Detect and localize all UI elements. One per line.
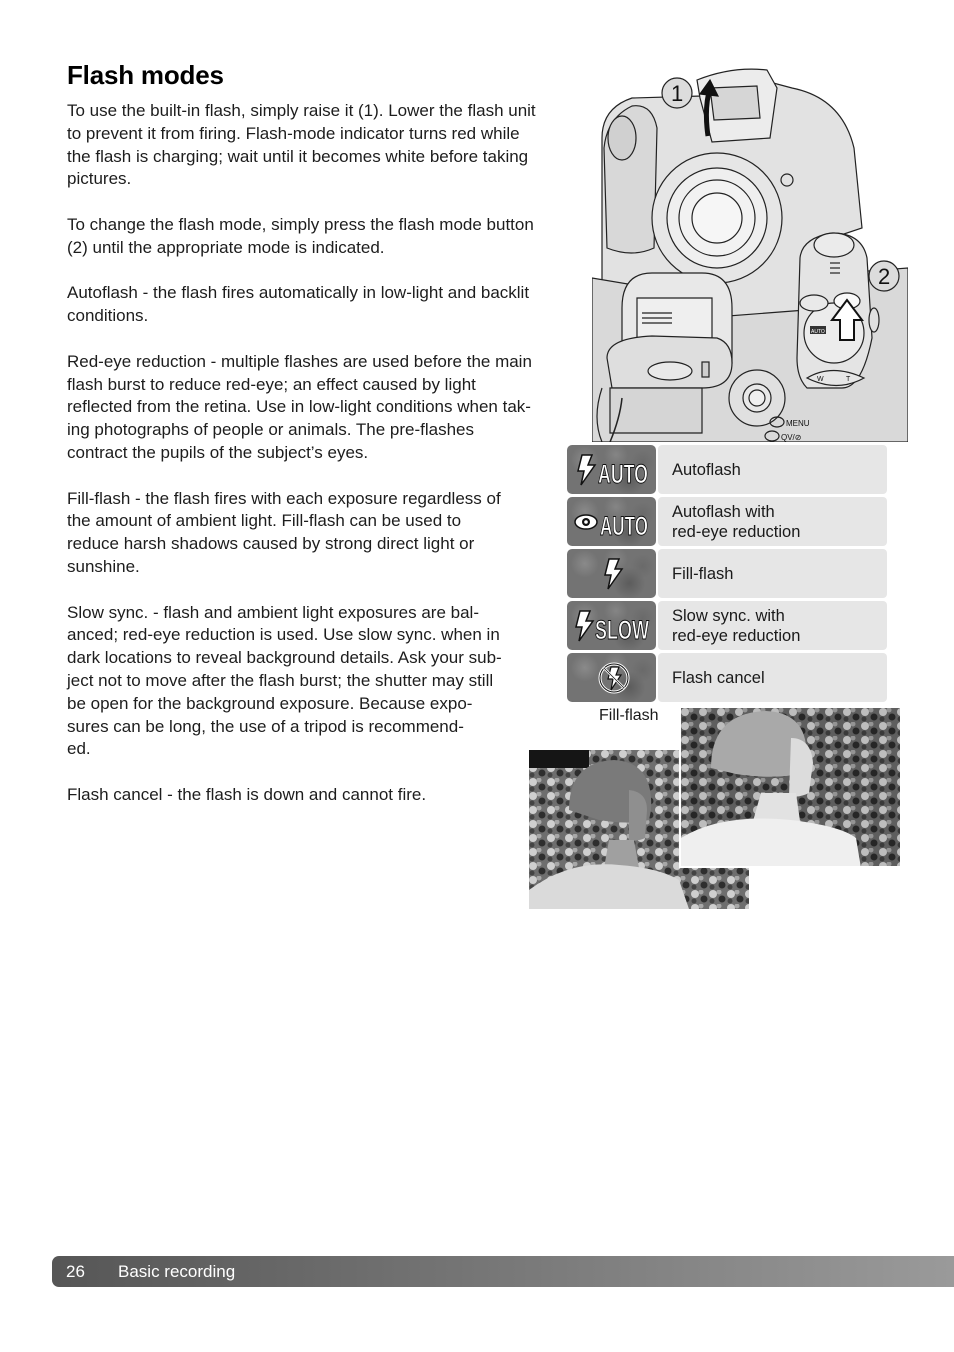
mode-label: Flash cancel	[658, 653, 887, 702]
svg-text:SLOW: SLOW	[595, 615, 649, 644]
photo-caption: Fill-flash	[599, 707, 659, 724]
mode-row-autoflash: AUTO Autoflash	[567, 445, 887, 494]
paragraph-slow-sync: Slow sync. - flash and ambient light exp…	[67, 602, 502, 759]
fill-flash-icon	[567, 549, 656, 598]
svg-text:AUTO: AUTO	[600, 511, 648, 540]
dial-auto-label: AUTO	[811, 329, 825, 335]
svg-text:AUTO: AUTO	[598, 459, 648, 488]
page-title: Flash modes	[67, 60, 224, 90]
page-number: 26	[66, 1261, 85, 1281]
flash-cancel-icon	[567, 653, 656, 702]
body-text: To use the built-in flash, simply raise …	[67, 100, 587, 830]
mode-label: Autoflash	[658, 445, 887, 494]
flash-mode-table: AUTO Autoflash AUTO Autoflash with red-e…	[567, 445, 887, 705]
mode-label: Slow sync. with red-eye reduction	[658, 601, 887, 650]
callout-2-label: 2	[878, 264, 890, 289]
section-title: Basic recording	[118, 1261, 236, 1281]
zoom-t-label: T	[846, 376, 851, 383]
menu-label: MENU	[786, 419, 810, 428]
red-eye-auto-icon: AUTO	[567, 497, 656, 546]
zoom-w-label: W	[817, 376, 824, 383]
mode-row-slow-sync: SLOW Slow sync. with red-eye reduction	[567, 601, 887, 650]
mode-row-red-eye: AUTO Autoflash with red-eye reduction	[567, 497, 887, 546]
qv-label: QV/⊘	[781, 433, 801, 442]
mode-row-fill-flash: Fill-flash	[567, 549, 887, 598]
page-footer: 26 Basic recording	[52, 1256, 954, 1287]
camera-illustration: 1 MENU QV/⊘ AUTO W T 2	[591, 58, 909, 443]
flash-slow-icon: SLOW	[567, 601, 656, 650]
callout-1-label: 1	[671, 81, 683, 106]
paragraph-fill-flash: Fill-flash - the flash fires with each e…	[67, 488, 501, 576]
paragraph-red-eye: Red-eye reduction - multiple flashes are…	[67, 351, 532, 462]
paragraph-change-mode: To change the flash mode, simply press t…	[67, 214, 534, 257]
paragraph-flash-cancel: Flash cancel - the flash is down and can…	[67, 784, 427, 804]
mode-label: Autoflash with red-eye reduction	[658, 497, 887, 546]
paragraph-autoflash: Autoflash - the flash fires automaticall…	[67, 283, 530, 326]
flash-auto-icon: AUTO	[567, 445, 656, 494]
mode-label: Fill-flash	[658, 549, 887, 598]
photo-fill-flash	[679, 708, 900, 868]
paragraph-intro: To use the built-in flash, simply raise …	[67, 101, 536, 189]
mode-row-flash-cancel: Flash cancel	[567, 653, 887, 702]
